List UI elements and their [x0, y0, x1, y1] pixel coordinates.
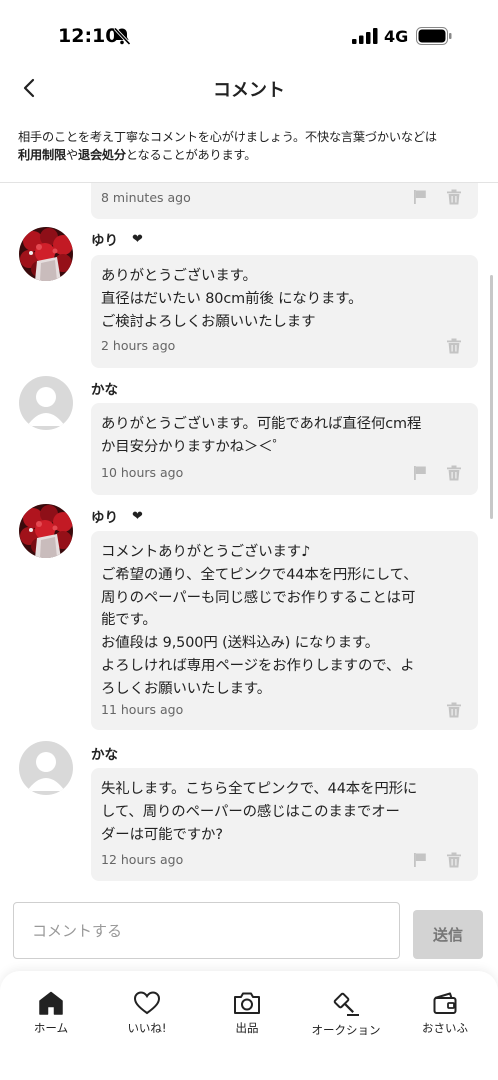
comment-text: ありがとうございます。 直径はだいたい 80cm前後 になります。 ご検討よろし… — [101, 268, 363, 330]
tab-home[interactable]: ホーム — [3, 991, 99, 1043]
comment-text: 失礼します。こちら全てピンクで、44本を円形に して、周りのペーパーの感じはこの… — [101, 781, 418, 843]
battery-icon — [416, 27, 452, 45]
delete-trash-icon[interactable] — [446, 852, 462, 868]
report-flag-icon[interactable] — [412, 189, 428, 205]
home-icon — [39, 991, 63, 1015]
avatar-kana[interactable] — [19, 376, 73, 430]
tab-label: オークション — [311, 1023, 381, 1037]
delete-trash-icon[interactable] — [446, 189, 462, 205]
comment-guideline-notice: 相手のことを考え丁寧なコメントを心がけましょう。不快な言葉づかいなどは 利用制限… — [18, 128, 488, 164]
status-time: 12:10 — [58, 25, 119, 47]
tab-sell[interactable]: 出品 — [199, 991, 295, 1043]
comment-user-row: ゆり ❤ — [91, 229, 143, 250]
nav-header: コメント — [0, 64, 498, 114]
comment-text: ありがとうございます。可能であれば直径何cm程 か目安分かりますかね＞＜゜ — [101, 416, 422, 455]
report-flag-icon[interactable] — [412, 852, 428, 868]
report-flag-icon[interactable] — [412, 465, 428, 481]
comment-user-row: かな — [91, 378, 118, 398]
user-name[interactable]: ゆり — [91, 506, 118, 526]
notice-connector: や — [65, 148, 78, 162]
comment-bubble: コメントありがとうございます♪ ご希望の通り、全てピンクで44本を円形にして、 … — [91, 531, 478, 730]
tab-label: 出品 — [235, 1021, 259, 1035]
rose-bouquet-photo — [19, 227, 73, 281]
comment-time: 8 minutes ago — [101, 190, 191, 205]
comment-bubble: ありがとうございます。可能であれば直径何cm程 か目安分かりますかね＞＜゜ 10… — [91, 403, 478, 495]
comment-time: 12 hours ago — [101, 852, 184, 867]
page-title: コメント — [213, 80, 285, 101]
avatar-yuri[interactable] — [19, 227, 73, 281]
camera-icon — [234, 992, 260, 1014]
tab-wallet[interactable]: おさいふ — [397, 991, 493, 1043]
tab-label: おさいふ — [422, 1021, 468, 1035]
tab-likes[interactable]: いいね! — [99, 991, 195, 1043]
heart-icon — [133, 991, 161, 1015]
bell-off-icon — [113, 27, 131, 46]
comment-list[interactable]: 8 minutes ago ゆり ❤ ありがとうございます。 直径はだいたい 8… — [0, 183, 498, 891]
notice-line: 相手のことを考え丁寧なコメントを心がけましょう。不快な言葉づかいなどは — [18, 130, 437, 144]
default-avatar-icon — [19, 376, 73, 430]
gavel-icon — [333, 992, 359, 1016]
delete-trash-icon[interactable] — [446, 465, 462, 481]
wallet-icon — [433, 992, 457, 1014]
avatar-kana[interactable] — [19, 741, 73, 795]
signal-icon — [352, 28, 378, 44]
bottom-tab-bar: ホーム いいね! 出品 オークション おさいふ — [0, 971, 498, 1080]
comment-input-bar: 送信 — [0, 891, 498, 971]
user-name[interactable]: かな — [91, 743, 118, 763]
user-name[interactable]: ゆり — [91, 229, 118, 249]
comment-bubble: 失礼します。こちら全てピンクで、44本を円形に して、周りのペーパーの感じはこの… — [91, 768, 478, 881]
delete-trash-icon[interactable] — [446, 702, 462, 718]
tab-auction[interactable]: オークション — [298, 991, 394, 1043]
comment-time: 2 hours ago — [101, 338, 176, 353]
user-name[interactable]: かな — [91, 378, 118, 398]
status-bar: 12:10 4G — [0, 0, 498, 64]
tab-label: ホーム — [33, 1021, 69, 1035]
comment-time: 11 hours ago — [101, 702, 184, 717]
notice-emphasis-withdrawal: 退会処分 — [77, 148, 126, 162]
comment-input[interactable] — [13, 902, 400, 959]
heart-badge-icon: ❤ — [132, 508, 143, 524]
delete-trash-icon[interactable] — [446, 338, 462, 354]
notice-suffix: となることがあります。 — [125, 148, 257, 162]
avatar-yuri[interactable] — [19, 504, 73, 558]
network-label: 4G — [384, 27, 409, 46]
comment-text: コメントありがとうございます♪ ご希望の通り、全てピンクで44本を円形にして、 … — [101, 544, 418, 697]
heart-badge-icon: ❤ — [132, 231, 143, 247]
comment-user-row: ゆり ❤ — [91, 506, 143, 527]
default-avatar-icon — [19, 741, 73, 795]
comment-bubble: 8 minutes ago — [91, 183, 478, 219]
comment-user-row: かな — [91, 743, 118, 763]
rose-bouquet-photo — [19, 504, 73, 558]
tab-label: いいね! — [127, 1021, 167, 1035]
comment-bubble: ありがとうございます。 直径はだいたい 80cm前後 になります。 ご検討よろし… — [91, 255, 478, 368]
comment-time: 10 hours ago — [101, 465, 184, 480]
notice-emphasis-restriction: 利用制限 — [18, 148, 66, 162]
send-button[interactable]: 送信 — [413, 910, 483, 959]
scrollbar[interactable] — [490, 275, 493, 519]
